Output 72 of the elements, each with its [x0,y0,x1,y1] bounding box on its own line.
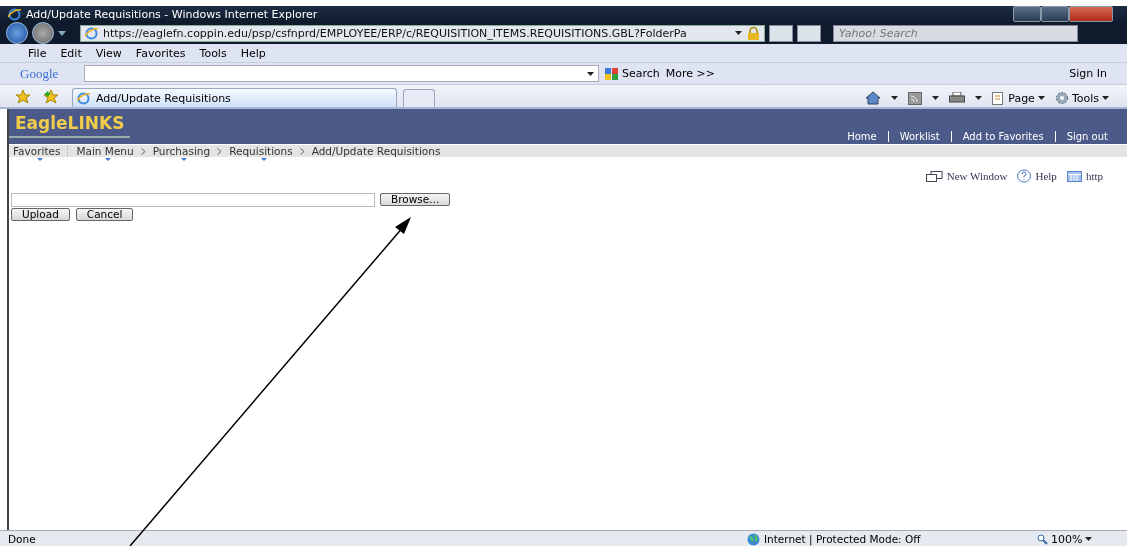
browser-tab[interactable]: Add/Update Requisitions [72,88,397,107]
breadcrumb-link[interactable]: Requisitions [229,145,293,157]
search-field[interactable]: Yahoo! Search [833,24,1078,42]
http-link[interactable]: http [1066,169,1103,183]
header-link[interactable]: Worklist [888,131,951,142]
dropdown-icon[interactable] [58,30,66,36]
caret-icon [587,71,594,76]
help-link[interactable]: Help [1017,169,1057,183]
window-title: Add/Update Requisitions - Windows Internet Explorer [26,7,318,21]
menu-item[interactable]: Help [240,46,266,60]
menu-item[interactable]: Edit [60,46,82,60]
caret-icon [891,96,899,100]
printer-icon[interactable] [949,91,966,105]
breadcrumb-link[interactable]: Main Menu [76,145,134,157]
caret-icon [1102,96,1109,100]
refresh-button[interactable] [769,24,793,42]
browser-icon [85,26,98,40]
zone-text: Internet | Protected Mode: Off [764,533,921,545]
caret-icon [975,96,983,100]
tools-menu-button[interactable]: Tools [1054,91,1109,105]
menu-item[interactable]: File [28,46,47,60]
home-icon[interactable] [865,91,882,105]
back-button[interactable] [6,22,28,44]
google-logo: Google [20,65,60,82]
page-icon [992,91,1006,105]
menu-item[interactable]: View [95,46,122,60]
breadcrumb-link[interactable]: Purchasing [152,145,211,157]
browse-button[interactable]: Browse... [380,193,451,206]
breadcrumb-link[interactable]: Favorites [13,145,61,157]
header-link[interactable]: Home [836,131,888,142]
caret-icon [932,96,940,100]
more-button[interactable]: More >> [665,67,715,80]
table-icon [1066,170,1082,182]
sign-in-button[interactable]: Sign In [1069,67,1107,80]
squares-icon [605,67,619,80]
header-link[interactable]: Sign out [1055,131,1119,142]
file-path-field[interactable] [11,193,375,207]
minimize-button[interactable] [1013,6,1041,22]
windows-icon [925,170,943,182]
header-link[interactable]: Add to Favorites [951,131,1055,142]
browser-icon [77,91,90,105]
stop-button[interactable] [797,24,821,42]
menu-item[interactable]: Tools [199,46,227,60]
toolbar-search-field[interactable] [84,65,599,82]
chevron-icon [140,147,146,155]
caret-icon [1085,537,1093,541]
browser-icon [8,7,21,21]
site-logo: EagleLINKS [9,111,131,138]
search-button[interactable]: Search [605,67,660,80]
new-window-link[interactable]: New Window [925,169,1008,183]
chevron-icon [299,147,305,155]
form-button[interactable]: Upload [11,208,70,221]
globe-icon [747,532,760,546]
help-icon [1017,169,1032,183]
menu-item[interactable]: Favorites [135,46,186,60]
restore-button[interactable] [1041,6,1069,22]
gear-icon [1054,91,1069,105]
address-field[interactable]: https://eaglefn.coppin.edu/psp/csfnprd/EMPLOYEE/ERP/c/REQUISITION_ITEMS.REQUISITIONS.GBL?FolderPa [80,24,765,42]
star-icon[interactable] [16,90,30,104]
add-favorite-icon[interactable] [44,90,58,104]
breadcrumb-link[interactable]: Add/Update Requisitions [311,145,441,157]
status-text: Done [8,533,36,545]
form-button[interactable]: Cancel [75,208,134,221]
chevron-icon [217,147,223,155]
magnifier-icon [1037,533,1048,545]
page-menu-button[interactable]: Page [992,91,1045,105]
forward-button[interactable] [32,22,54,44]
caret-icon [735,31,742,35]
caret-icon [1037,96,1045,100]
lock-icon [747,26,760,40]
zoom-button[interactable]: 100% [1037,532,1127,546]
feed-icon[interactable] [908,91,923,105]
